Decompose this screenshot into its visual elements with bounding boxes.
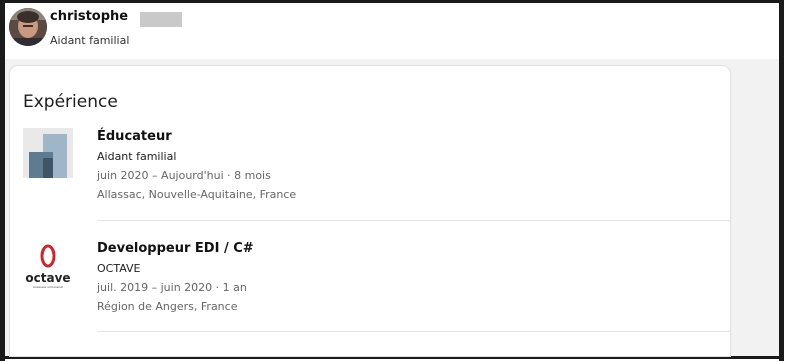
profile-header: christophe Aidant familial <box>5 3 779 59</box>
experience-card: Expérience Éducateur Aidant familial jui… <box>10 66 730 356</box>
octave-logo[interactable]: octave business omnicanal <box>23 242 73 292</box>
job-title[interactable]: Éducateur <box>97 128 296 146</box>
job-title[interactable]: Developpeur EDI / C# <box>97 240 254 258</box>
section-title: Expérience <box>23 92 118 112</box>
octave-logo-text: octave <box>25 271 71 285</box>
job-dates: juin 2020 – Aujourd'hui · 8 mois <box>97 169 271 182</box>
screen-border-right <box>779 0 784 361</box>
profile-name[interactable]: christophe <box>50 9 128 24</box>
item-divider <box>97 331 730 332</box>
item-divider <box>97 220 730 221</box>
company-name: Aidant familial <box>97 150 177 163</box>
job-dates: juil. 2019 – juin 2020 · 1 an <box>97 281 247 294</box>
avatar-photo-icon <box>9 8 47 46</box>
job-location: Allassac, Nouvelle-Aquitaine, France <box>97 188 297 201</box>
company-name: OCTAVE <box>97 262 141 275</box>
company-placeholder-icon[interactable] <box>23 128 73 178</box>
octave-logo-subtext: business omnicanal <box>33 285 63 289</box>
profile-headline: Aidant familial <box>50 34 130 47</box>
redacted-surname <box>140 12 182 27</box>
screen-border-bottom <box>0 356 784 359</box>
experience-details: Developpeur EDI / C# OCTAVE juil. 2019 –… <box>97 240 254 316</box>
job-location: Région de Angers, France <box>97 300 238 313</box>
avatar[interactable] <box>9 8 47 46</box>
experience-details: Éducateur Aidant familial juin 2020 – Au… <box>97 128 296 204</box>
